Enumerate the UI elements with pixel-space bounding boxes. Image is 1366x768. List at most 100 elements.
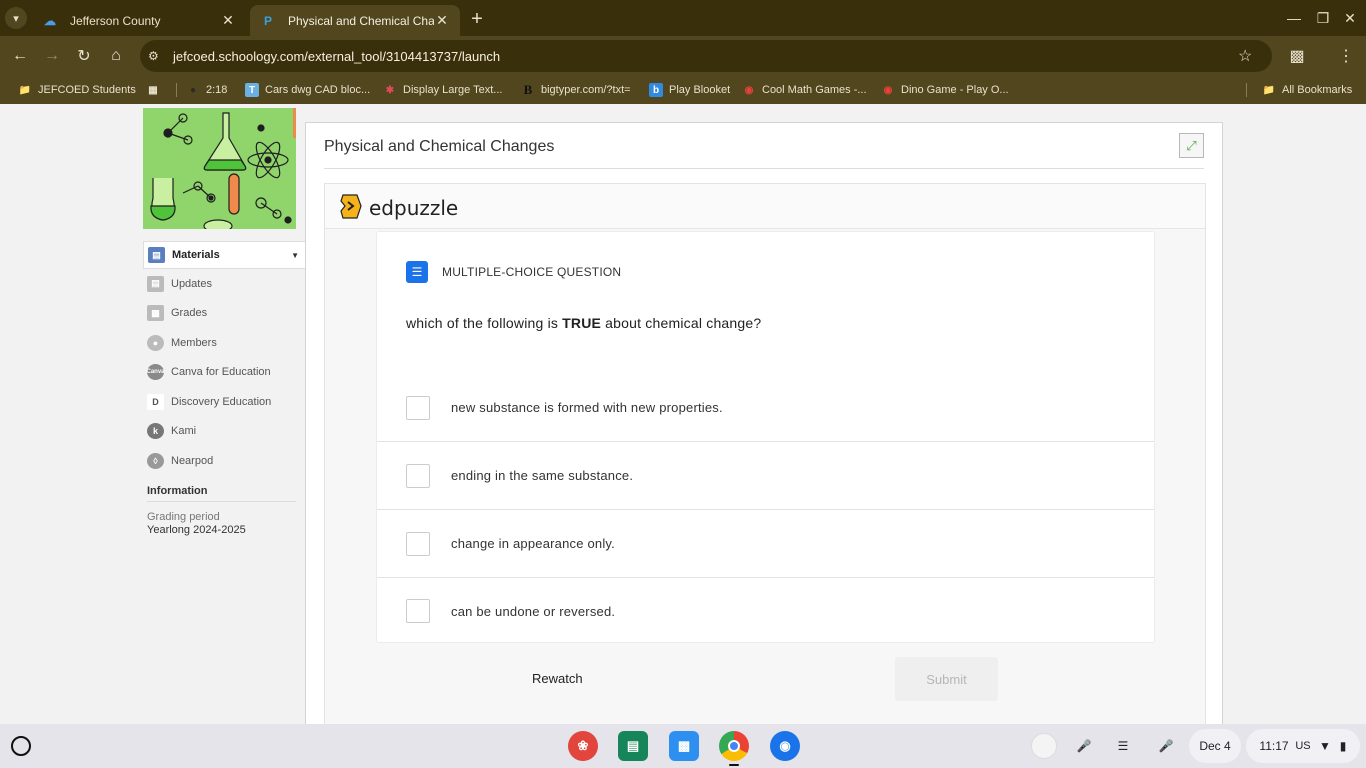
close-window-button[interactable]: ✕ (1339, 8, 1361, 28)
sidebar-item-canva[interactable]: Canva Canva for Education (143, 358, 306, 388)
bookmark-play-blooket[interactable]: b Play Blooket (649, 82, 730, 98)
back-button[interactable]: ← (9, 45, 31, 67)
answer-option[interactable]: new substance is formed with new propert… (377, 374, 1154, 442)
rewatch-button[interactable]: Rewatch (532, 671, 583, 686)
sidebar-item-label: Grades (171, 307, 208, 320)
bookmark-label: bigtyper.com/?txt= (541, 84, 631, 96)
all-bookmarks-button[interactable]: 📁 All Bookmarks (1262, 82, 1353, 98)
bookmark-separator (176, 83, 177, 97)
tab-search-button[interactable]: ▾ (5, 7, 27, 29)
bookmark-label: 2:18 (206, 84, 228, 96)
launcher-button[interactable] (11, 736, 31, 756)
sidebar-item-grades[interactable]: ▩ Grades (143, 299, 306, 329)
bookmark-label: JEFCOED Students (38, 84, 136, 96)
bookmark-cool-math-games[interactable]: ◉ Cool Math Games -... (742, 82, 867, 98)
answer-checkbox[interactable] (406, 463, 430, 488)
bookmark-label: Play Blooket (669, 84, 731, 96)
date-label[interactable]: Dec 4 (1189, 733, 1241, 759)
dictation-icon[interactable]: 🎤 (1155, 733, 1177, 759)
information-heading: Information (147, 485, 208, 497)
fullscreen-button[interactable]: ⤢ (1179, 133, 1204, 158)
bookmark-star-icon[interactable]: ☆ (1238, 46, 1262, 66)
minimize-button[interactable]: — (1283, 8, 1305, 28)
sidebar-item-label: Materials (172, 249, 220, 261)
sidebar-item-label: Kami (171, 425, 197, 438)
sidebar-item-label: Updates (171, 277, 212, 290)
grading-period-value: Yearlong 2024-2025 (147, 524, 246, 536)
battery-icon: ▮ (1339, 739, 1347, 753)
grid-icon: ▦ (148, 84, 158, 96)
clock-time: 11:17 (1259, 739, 1289, 753)
close-icon[interactable]: ✕ (434, 12, 450, 29)
apps-grid-icon[interactable]: ▦ (146, 82, 166, 98)
edpuzzle-brand: edpuzzle (369, 196, 459, 220)
answer-option[interactable]: can be undone or reversed. (377, 577, 1154, 645)
bookmark-bigtyper[interactable]: B bigtyper.com/?txt= (521, 82, 631, 98)
schoology-icon: P (263, 13, 272, 28)
discovery-icon: D (147, 393, 164, 410)
chrome-app-icon[interactable] (719, 731, 749, 761)
answer-text: ending in the same substance. (451, 468, 634, 483)
menu-icon[interactable]: ⋮ (1335, 45, 1357, 67)
tab-physical-chemical[interactable]: P Physical and Chemical Chang ✕ (250, 5, 460, 36)
cloud-icon: ☁ (44, 13, 56, 28)
os-shelf: ❀ ▤ ▩ ◉ 🎤 ☰ 🎤 Dec 4 11:17 US ▼ ▮ (0, 724, 1366, 768)
forward-button[interactable]: → (41, 45, 63, 67)
url-text[interactable]: jefcoed.schoology.com/external_tool/3104… (173, 49, 1238, 64)
sidebar-item-updates[interactable]: ▤ Updates (143, 269, 306, 299)
question-text-end: about chemical change? (601, 315, 762, 331)
close-icon[interactable]: ✕ (220, 12, 236, 29)
bookmark-jefcoed-students[interactable]: 📁 JEFCOED Students (18, 82, 136, 98)
bookmark-cars-dwg[interactable]: T Cars dwg CAD bloc... (245, 82, 370, 98)
sidebar-item-materials[interactable]: ▤ Materials ▼ (143, 241, 306, 269)
camera-app-icon[interactable]: ◉ (770, 731, 800, 761)
page-title: Physical and Chemical Changes (324, 138, 555, 155)
answer-text: can be undone or reversed. (451, 603, 616, 619)
updates-icon: ▤ (147, 275, 164, 292)
sidebar-item-kami[interactable]: k Kami (143, 417, 306, 447)
caret-down-icon[interactable]: ▼ (291, 251, 299, 260)
classroom-app-icon[interactable]: ▤ (618, 731, 648, 761)
timer-icon: ● (189, 84, 197, 96)
site-info-icon[interactable]: ⚙ (148, 49, 168, 63)
bookmark-label: Display Large Text... (403, 84, 503, 96)
cad-icon: T (245, 83, 259, 97)
maximize-button[interactable]: ❐ (1312, 8, 1334, 28)
tab-strip: ▾ ☁ Jefferson County ✕ P Physical and Ch… (0, 0, 1366, 36)
tab-jefferson-county[interactable]: ☁ Jefferson County ✕ (32, 5, 246, 36)
holding-space-icon[interactable] (1029, 733, 1059, 759)
sidebar-item-members[interactable]: ● Members (143, 328, 306, 358)
submit-button[interactable]: Submit (895, 657, 998, 701)
answer-checkbox[interactable] (406, 395, 430, 420)
bookmark-dino-game[interactable]: ◉ Dino Game - Play O... (881, 82, 1009, 98)
sidebar-item-discovery[interactable]: D Discovery Education (143, 387, 306, 417)
question-type: MULTIPLE-CHOICE QUESTION (442, 265, 622, 279)
extensions-icon[interactable]: ▩ (1286, 45, 1308, 67)
b-icon: B (523, 82, 533, 97)
canvas-app-icon[interactable]: ❀ (568, 731, 598, 761)
bookmarks-bar: 📁 JEFCOED Students ▦ ● 2:18 T Cars dwg C… (0, 76, 1366, 104)
wifi-icon: ▼ (1319, 739, 1331, 753)
reload-button[interactable]: ↻ (73, 45, 95, 67)
input-locale: US (1295, 740, 1311, 752)
edpuzzle-header: edpuzzle (325, 184, 1205, 229)
new-tab-button[interactable]: + (466, 8, 488, 30)
microphone-icon[interactable]: 🎤 (1073, 733, 1095, 759)
answer-option[interactable]: ending in the same substance. (377, 442, 1154, 510)
bookmark-timer[interactable]: ● 2:18 (186, 82, 227, 98)
divider (147, 501, 296, 502)
files-app-icon[interactable]: ▩ (669, 731, 699, 761)
sidebar-item-nearpod[interactable]: ◊ Nearpod (143, 446, 306, 476)
answer-checkbox[interactable] (406, 531, 430, 556)
kami-icon: k (147, 423, 164, 440)
answer-option[interactable]: change in appearance only. (377, 510, 1154, 578)
address-bar[interactable]: ⚙ jefcoed.schoology.com/external_tool/31… (140, 40, 1272, 72)
media-controls-icon[interactable]: ☰ (1112, 733, 1134, 759)
answer-text: change in appearance only. (451, 536, 615, 551)
bookmark-display-large-text[interactable]: ✱ Display Large Text... (383, 82, 503, 98)
nearpod-icon: ◊ (147, 452, 164, 469)
active-app-indicator (729, 764, 739, 766)
home-button[interactable]: ⌂ (105, 45, 127, 67)
answer-checkbox[interactable] (406, 599, 430, 623)
sidebar-item-label: Discovery Education (171, 395, 272, 408)
